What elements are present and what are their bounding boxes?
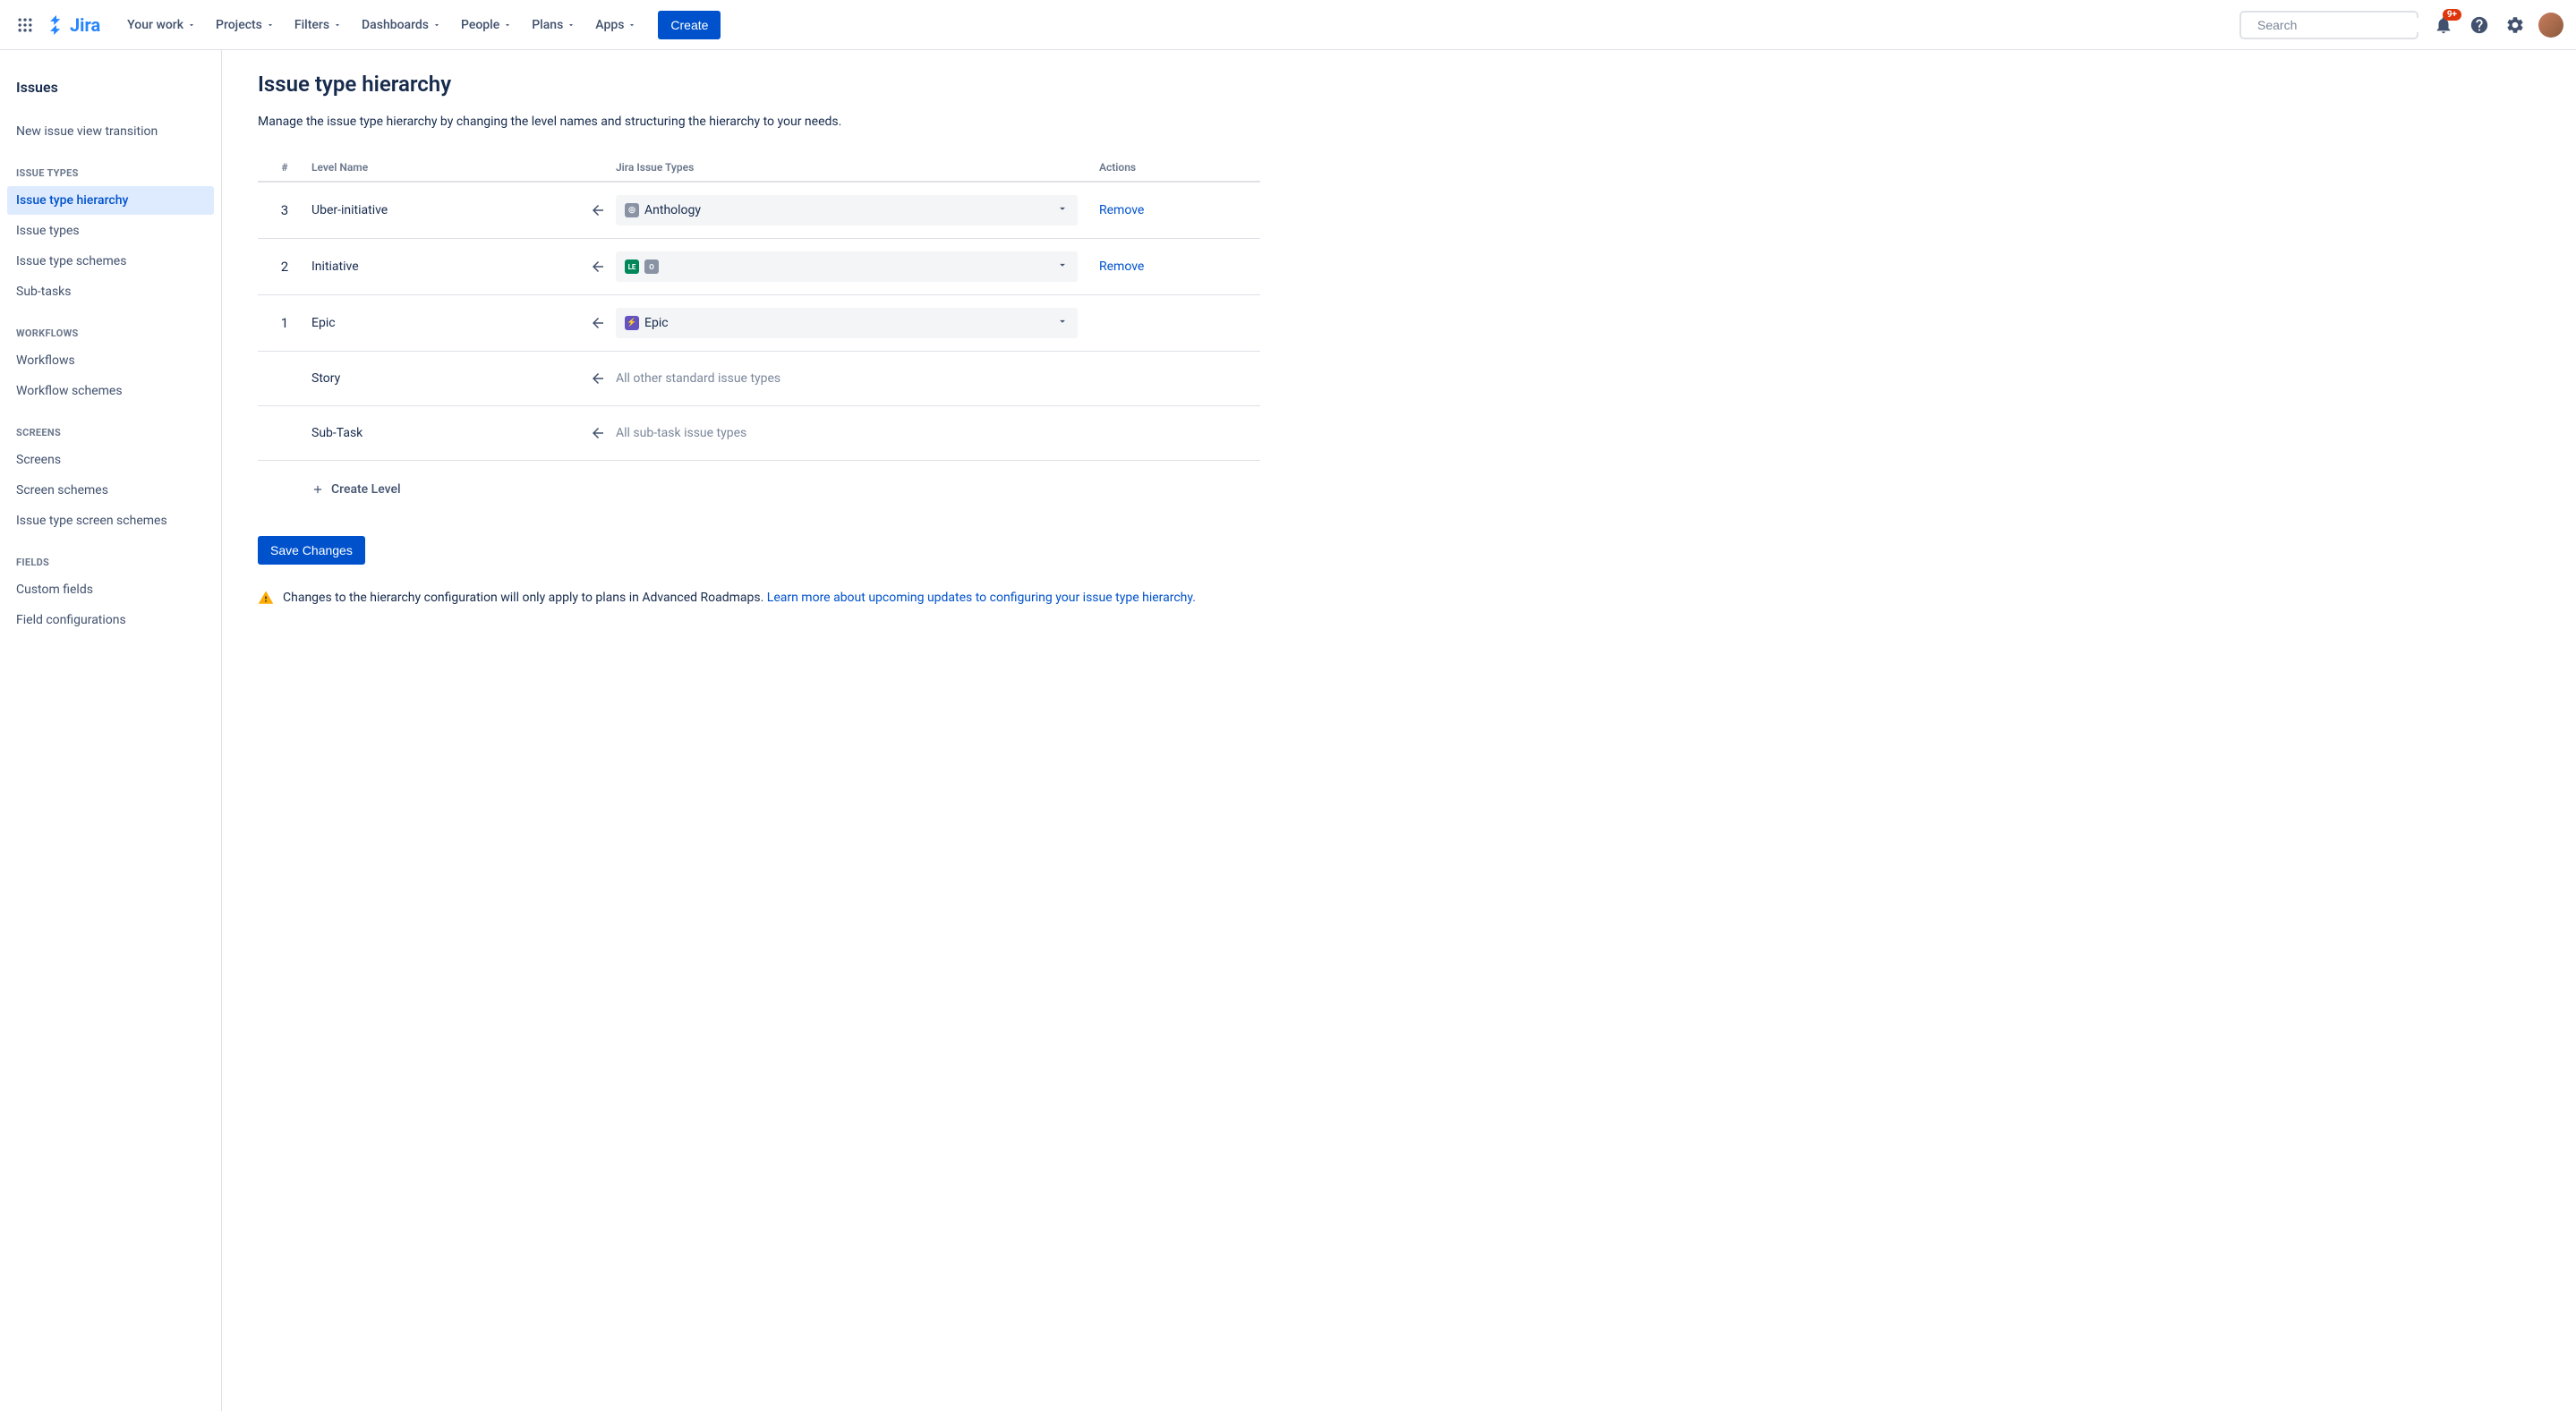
chevron-down-icon [1056, 259, 1069, 275]
sidebar-workflows[interactable]: Workflows [7, 346, 214, 375]
arrow-left-icon [580, 315, 616, 331]
plus-icon [311, 483, 324, 496]
header-name: Level Name [311, 161, 580, 174]
o-icon: O [644, 259, 659, 274]
logo-text: Jira [70, 14, 100, 36]
sidebar-screens[interactable]: Screens [7, 446, 214, 474]
header-icons: 9+ [2429, 11, 2565, 39]
sidebar-issue-type-hierarchy[interactable]: Issue type hierarchy [7, 186, 214, 215]
static-types: All sub-task issue types [616, 419, 1078, 447]
issue-type-select[interactable]: ◎ Anthology [616, 195, 1078, 225]
row-num: 3 [258, 202, 311, 218]
remove-link[interactable]: Remove [1099, 259, 1144, 274]
nav-plans[interactable]: Plans [523, 13, 584, 38]
notification-badge: 9+ [2443, 9, 2461, 21]
header-types: Jira Issue Types [616, 161, 1099, 174]
row-num: 1 [258, 315, 311, 331]
row-name[interactable]: Uber-initiative [311, 203, 580, 217]
nav-dashboards[interactable]: Dashboards [353, 13, 450, 38]
page-title: Issue type hierarchy [258, 72, 1260, 97]
sidebar-workflow-schemes[interactable]: Workflow schemes [7, 377, 214, 405]
arrow-left-icon [580, 259, 616, 275]
table-row: 2 Initiative LE O Remove [258, 239, 1260, 295]
jira-logo[interactable]: Jira [43, 11, 104, 39]
issue-type-select[interactable]: LE O [616, 251, 1078, 282]
row-name[interactable]: Initiative [311, 259, 580, 274]
nav-items: Your work Projects Filters Dashboards Pe… [118, 11, 721, 39]
arrow-left-icon [580, 202, 616, 218]
table-row: Story All other standard issue types [258, 352, 1260, 406]
notice-link[interactable]: Learn more about upcoming updates to con… [767, 591, 1196, 605]
create-level-row: Create Level [258, 461, 1260, 518]
chevron-down-icon [1056, 315, 1069, 331]
nav-filters[interactable]: Filters [286, 13, 351, 38]
issue-type-select[interactable]: ⚡ Epic [616, 308, 1078, 338]
sidebar-issue-type-screen-schemes[interactable]: Issue type screen schemes [7, 506, 214, 535]
type-label: Epic [644, 316, 669, 330]
app-switcher-icon[interactable] [11, 11, 39, 39]
help-icon[interactable] [2465, 11, 2494, 39]
table-row: 1 Epic ⚡ Epic [258, 295, 1260, 352]
nav-people[interactable]: People [452, 13, 521, 38]
type-label: Anthology [644, 203, 701, 217]
row-name[interactable]: Epic [311, 316, 580, 330]
sidebar-title: Issues [7, 72, 214, 103]
nav-apps[interactable]: Apps [586, 13, 645, 38]
arrow-left-icon [580, 425, 616, 441]
notifications-icon[interactable]: 9+ [2429, 11, 2458, 39]
sidebar-custom-fields[interactable]: Custom fields [7, 575, 214, 604]
sidebar-issue-type-schemes[interactable]: Issue type schemes [7, 247, 214, 276]
search-box[interactable] [2239, 11, 2418, 39]
sidebar-field-configurations[interactable]: Field configurations [7, 606, 214, 634]
save-button[interactable]: Save Changes [258, 536, 365, 565]
row-num: 2 [258, 259, 311, 275]
avatar[interactable] [2537, 11, 2565, 39]
anthology-icon: ◎ [625, 203, 639, 217]
sidebar-screen-schemes[interactable]: Screen schemes [7, 476, 214, 505]
sidebar: Issues New issue view transition ISSUE T… [0, 50, 222, 1411]
row-name: Story [311, 371, 580, 386]
create-button[interactable]: Create [658, 11, 721, 39]
nav-projects[interactable]: Projects [207, 13, 284, 38]
main-content: Issue type hierarchy Manage the issue ty… [222, 50, 1296, 1411]
sidebar-new-view[interactable]: New issue view transition [7, 117, 214, 146]
epic-icon: ⚡ [625, 316, 639, 330]
table-header: # Level Name Jira Issue Types Actions [258, 154, 1260, 183]
table-row: 3 Uber-initiative ◎ Anthology Remove [258, 183, 1260, 239]
remove-link[interactable]: Remove [1099, 203, 1144, 217]
warning-icon [258, 590, 274, 606]
sidebar-group-screens: SCREENS [7, 420, 214, 446]
chevron-down-icon [1056, 202, 1069, 218]
table-row: Sub-Task All sub-task issue types [258, 406, 1260, 461]
settings-icon[interactable] [2501, 11, 2529, 39]
sidebar-group-issue-types: ISSUE TYPES [7, 160, 214, 186]
arrow-left-icon [580, 370, 616, 387]
row-name: Sub-Task [311, 426, 580, 440]
sidebar-issue-types[interactable]: Issue types [7, 217, 214, 245]
nav-your-work[interactable]: Your work [118, 13, 205, 38]
hierarchy-table: # Level Name Jira Issue Types Actions 3 … [258, 154, 1260, 518]
static-types: All other standard issue types [616, 364, 1078, 393]
sidebar-group-fields: FIELDS [7, 549, 214, 575]
sidebar-group-workflows: WORKFLOWS [7, 320, 214, 346]
header-num: # [258, 161, 311, 174]
top-nav: Jira Your work Projects Filters Dashboar… [0, 0, 2576, 50]
page-desc: Manage the issue type hierarchy by chang… [258, 115, 1260, 129]
search-input[interactable] [2257, 18, 2419, 32]
header-actions: Actions [1099, 161, 1260, 174]
create-level-button[interactable]: Create Level [311, 473, 401, 506]
sidebar-sub-tasks[interactable]: Sub-tasks [7, 277, 214, 306]
notice: Changes to the hierarchy configuration w… [258, 590, 1260, 606]
le-icon: LE [625, 259, 639, 274]
notice-text: Changes to the hierarchy configuration w… [283, 591, 767, 605]
